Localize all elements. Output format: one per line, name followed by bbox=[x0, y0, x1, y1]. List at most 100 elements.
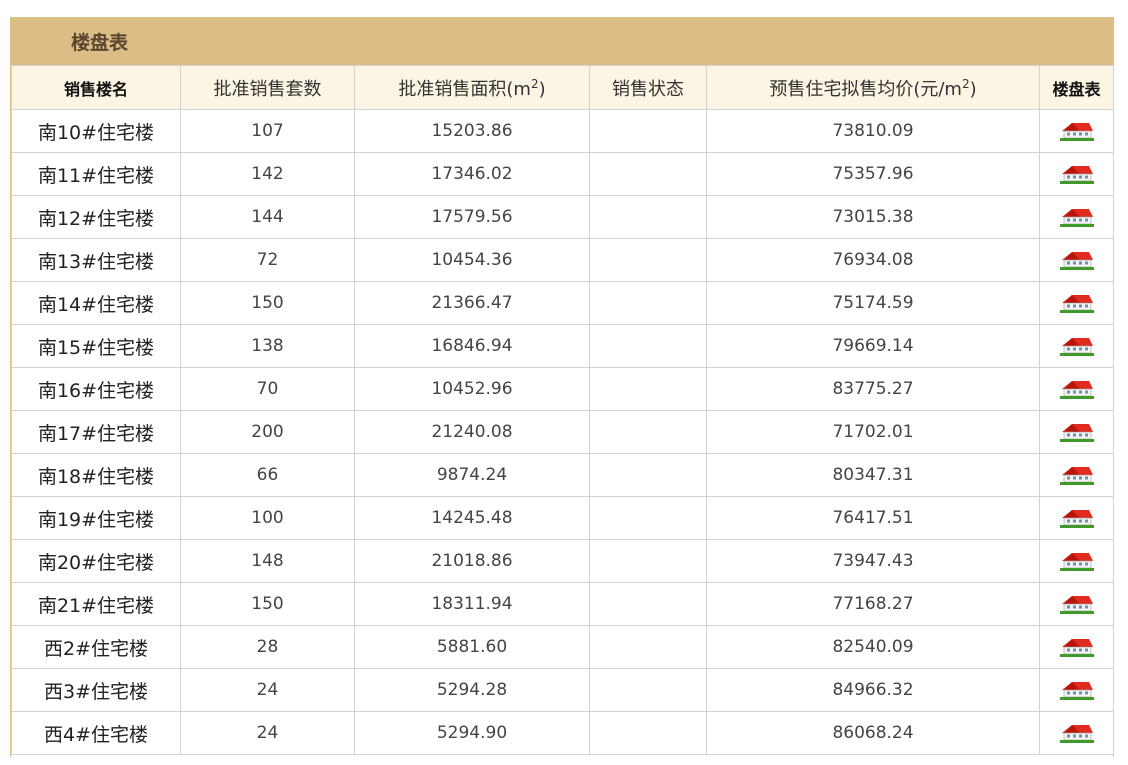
table-row: 南12#住宅楼 144 17579.56 73015.38 bbox=[11, 195, 1114, 239]
building-chart-cell bbox=[1039, 367, 1114, 411]
table-row: 西3#住宅楼 24 5294.28 84966.32 bbox=[11, 668, 1114, 712]
approved-units-cell: 200 bbox=[180, 410, 355, 454]
building-chart-cell bbox=[1039, 238, 1114, 282]
panel-title: 楼盘表 bbox=[71, 32, 129, 54]
building-name-cell: 西4#住宅楼 bbox=[11, 711, 181, 755]
average-price-cell: 79669.14 bbox=[706, 324, 1040, 368]
building-chart-cell bbox=[1039, 711, 1114, 755]
approved-units-cell: 100 bbox=[180, 496, 355, 540]
building-name-cell: 南17#住宅楼 bbox=[11, 410, 181, 454]
approved-units-cell: 142 bbox=[180, 152, 355, 196]
building-name-cell: 南13#住宅楼 bbox=[11, 238, 181, 282]
approved-area-cell: 17346.02 bbox=[354, 152, 590, 196]
building-chart-cell bbox=[1039, 324, 1114, 368]
building-table-panel: 楼盘表 销售楼名 批准销售套数 批准销售面积(m2) 销售状态 预售住宅拟售均价… bbox=[10, 17, 1114, 757]
building-chart-cell bbox=[1039, 281, 1114, 325]
approved-units-cell: 144 bbox=[180, 195, 355, 239]
house-icon[interactable] bbox=[1059, 422, 1094, 442]
house-icon[interactable] bbox=[1059, 379, 1094, 399]
building-name-cell: 南21#住宅楼 bbox=[11, 582, 181, 626]
approved-units-cell: 107 bbox=[180, 109, 355, 153]
table-header-row: 销售楼名 批准销售套数 批准销售面积(m2) 销售状态 预售住宅拟售均价(元/m… bbox=[11, 65, 1114, 110]
building-name-cell: 南19#住宅楼 bbox=[11, 496, 181, 540]
header-average-price: 预售住宅拟售均价(元/m2) bbox=[706, 65, 1040, 110]
sales-status-cell bbox=[589, 152, 707, 196]
title-bar: 楼盘表 bbox=[11, 17, 1113, 65]
building-name-cell: 南10#住宅楼 bbox=[11, 109, 181, 153]
house-icon[interactable] bbox=[1059, 336, 1094, 356]
house-icon[interactable] bbox=[1059, 207, 1094, 227]
table-row: 南13#住宅楼 72 10454.36 76934.08 bbox=[11, 238, 1114, 282]
table-row: 南17#住宅楼 200 21240.08 71702.01 bbox=[11, 410, 1114, 454]
table-row: 西4#住宅楼 24 5294.90 86068.24 bbox=[11, 711, 1114, 755]
building-name-cell: 南15#住宅楼 bbox=[11, 324, 181, 368]
building-chart-cell bbox=[1039, 582, 1114, 626]
approved-area-cell: 21018.86 bbox=[354, 539, 590, 583]
building-chart-cell bbox=[1039, 496, 1114, 540]
sales-status-cell bbox=[589, 453, 707, 497]
approved-area-cell: 17579.56 bbox=[354, 195, 590, 239]
approved-area-cell: 21240.08 bbox=[354, 410, 590, 454]
sales-status-cell bbox=[589, 711, 707, 755]
approved-units-cell: 24 bbox=[180, 711, 355, 755]
approved-area-cell: 5294.90 bbox=[354, 711, 590, 755]
house-icon[interactable] bbox=[1059, 508, 1094, 528]
average-price-cell: 75357.96 bbox=[706, 152, 1040, 196]
building-name-cell: 西3#住宅楼 bbox=[11, 668, 181, 712]
sales-status-cell bbox=[589, 496, 707, 540]
sales-status-cell bbox=[589, 195, 707, 239]
house-icon[interactable] bbox=[1059, 723, 1094, 743]
header-approved-units: 批准销售套数 bbox=[180, 65, 355, 110]
house-icon[interactable] bbox=[1059, 680, 1094, 700]
sales-status-cell bbox=[589, 238, 707, 282]
house-icon[interactable] bbox=[1059, 551, 1094, 571]
average-price-cell: 76934.08 bbox=[706, 238, 1040, 282]
approved-area-cell: 10454.36 bbox=[354, 238, 590, 282]
building-name-cell: 南12#住宅楼 bbox=[11, 195, 181, 239]
building-table: 销售楼名 批准销售套数 批准销售面积(m2) 销售状态 预售住宅拟售均价(元/m… bbox=[11, 65, 1114, 755]
approved-units-cell: 138 bbox=[180, 324, 355, 368]
approved-area-cell: 15203.86 bbox=[354, 109, 590, 153]
house-icon[interactable] bbox=[1059, 465, 1094, 485]
table-row: 南21#住宅楼 150 18311.94 77168.27 bbox=[11, 582, 1114, 626]
sales-status-cell bbox=[589, 539, 707, 583]
house-icon[interactable] bbox=[1059, 164, 1094, 184]
approved-area-cell: 5294.28 bbox=[354, 668, 590, 712]
approved-units-cell: 70 bbox=[180, 367, 355, 411]
approved-area-cell: 10452.96 bbox=[354, 367, 590, 411]
house-icon[interactable] bbox=[1059, 637, 1094, 657]
house-icon[interactable] bbox=[1059, 293, 1094, 313]
building-chart-cell bbox=[1039, 625, 1114, 669]
table-row: 南16#住宅楼 70 10452.96 83775.27 bbox=[11, 367, 1114, 411]
building-name-cell: 南16#住宅楼 bbox=[11, 367, 181, 411]
average-price-cell: 86068.24 bbox=[706, 711, 1040, 755]
header-sales-status: 销售状态 bbox=[589, 65, 707, 110]
building-name-cell: 南20#住宅楼 bbox=[11, 539, 181, 583]
house-icon[interactable] bbox=[1059, 250, 1094, 270]
sales-status-cell bbox=[589, 625, 707, 669]
average-price-cell: 82540.09 bbox=[706, 625, 1040, 669]
approved-area-cell: 16846.94 bbox=[354, 324, 590, 368]
table-row: 南10#住宅楼 107 15203.86 73810.09 bbox=[11, 109, 1114, 153]
house-icon[interactable] bbox=[1059, 594, 1094, 614]
average-price-cell: 73947.43 bbox=[706, 539, 1040, 583]
building-name-cell: 南14#住宅楼 bbox=[11, 281, 181, 325]
average-price-cell: 83775.27 bbox=[706, 367, 1040, 411]
building-name-cell: 西2#住宅楼 bbox=[11, 625, 181, 669]
sales-status-cell bbox=[589, 281, 707, 325]
average-price-cell: 73810.09 bbox=[706, 109, 1040, 153]
table-row: 西2#住宅楼 28 5881.60 82540.09 bbox=[11, 625, 1114, 669]
approved-area-cell: 18311.94 bbox=[354, 582, 590, 626]
building-chart-cell bbox=[1039, 410, 1114, 454]
approved-units-cell: 24 bbox=[180, 668, 355, 712]
building-name-cell: 南18#住宅楼 bbox=[11, 453, 181, 497]
house-icon[interactable] bbox=[1059, 121, 1094, 141]
approved-area-cell: 14245.48 bbox=[354, 496, 590, 540]
table-row: 南19#住宅楼 100 14245.48 76417.51 bbox=[11, 496, 1114, 540]
header-building-chart: 楼盘表 bbox=[1039, 65, 1114, 110]
approved-units-cell: 72 bbox=[180, 238, 355, 282]
sales-status-cell bbox=[589, 367, 707, 411]
average-price-cell: 71702.01 bbox=[706, 410, 1040, 454]
average-price-cell: 84966.32 bbox=[706, 668, 1040, 712]
average-price-cell: 76417.51 bbox=[706, 496, 1040, 540]
